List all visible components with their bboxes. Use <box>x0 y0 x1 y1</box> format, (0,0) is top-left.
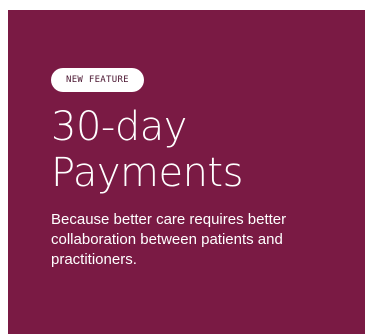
feature-description: Because better care requires better coll… <box>51 211 287 268</box>
headline-line-1: 30-day <box>51 104 187 150</box>
headline: 30-day Payments <box>51 104 365 196</box>
new-feature-badge: NEW FEATURE <box>51 68 144 92</box>
promo-card: NEW FEATURE 30-day Payments Because bett… <box>8 10 365 334</box>
page: NEW FEATURE 30-day Payments Because bett… <box>0 0 373 334</box>
headline-line-2: Payments <box>51 150 243 196</box>
